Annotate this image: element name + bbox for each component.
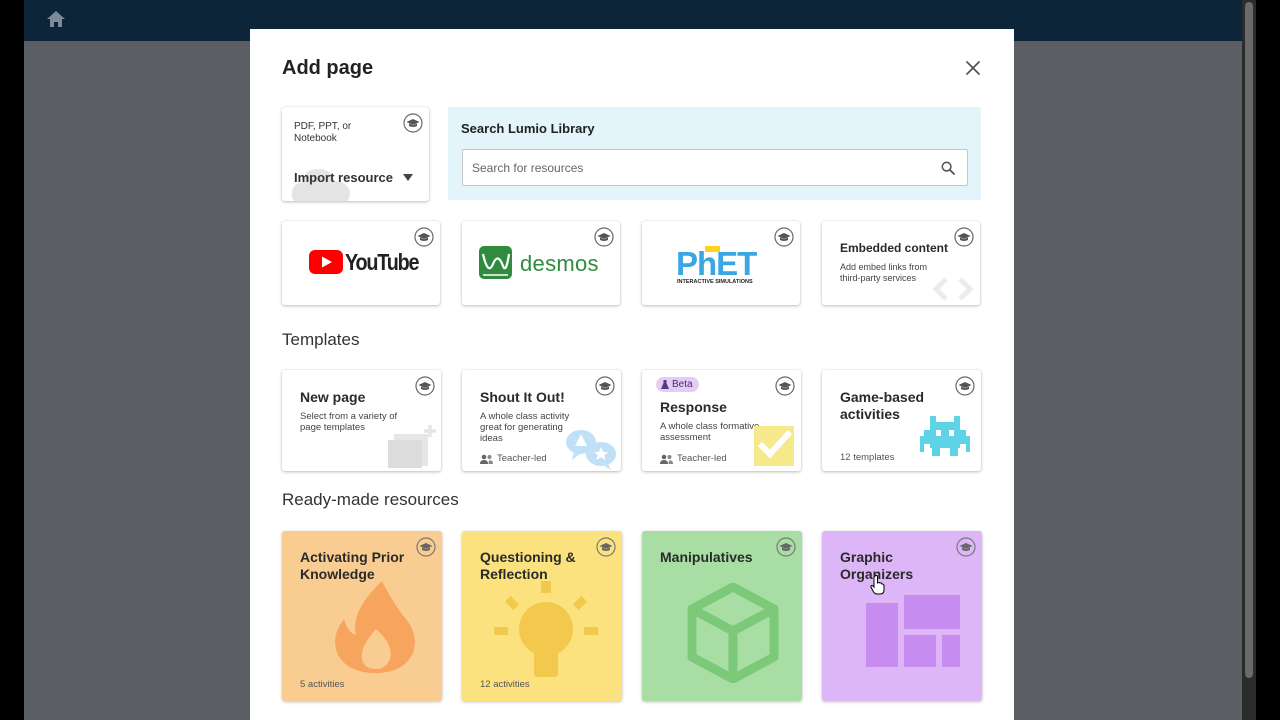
graduation-cap-icon (594, 227, 614, 247)
search-library-title: Search Lumio Library (461, 121, 595, 136)
response-meta-label: Teacher-led (677, 453, 727, 464)
shout-it-out-card[interactable]: Shout It Out! A whole class activity gre… (462, 370, 621, 471)
shout-it-out-description: A whole class activity great for generat… (480, 411, 570, 444)
shout-it-out-meta: Teacher-led (480, 453, 547, 464)
phet-card[interactable]: PhET INTERACTIVE SIMULATIONS (642, 221, 800, 305)
graduation-cap-icon (415, 376, 435, 396)
speech-bubbles-icon (566, 430, 616, 470)
response-meta: Teacher-led (660, 453, 727, 464)
hand-cursor-icon (870, 575, 885, 595)
cube-icon (687, 583, 779, 683)
home-icon[interactable] (46, 10, 66, 28)
dialog-title: Add page (282, 57, 374, 79)
group-icon (480, 454, 493, 464)
youtube-logo-icon (309, 250, 343, 274)
import-description: PDF, PPT, or Notebook (294, 121, 352, 144)
questioning-reflection-meta: 12 activities (480, 679, 530, 690)
response-description: A whole class formative assessment (660, 421, 760, 443)
questioning-reflection-card[interactable]: Questioning & Reflection 12 activities (462, 531, 622, 701)
response-card[interactable]: Beta Response A whole class formative as… (642, 370, 801, 471)
response-title: Response (660, 399, 727, 415)
lightbulb-icon (494, 581, 598, 677)
code-brackets-icon (932, 277, 974, 301)
desmos-logo-icon (479, 246, 512, 279)
flame-icon (335, 581, 415, 673)
desmos-card[interactable]: desmos (462, 221, 620, 305)
manipulatives-title: Manipulatives (660, 549, 753, 565)
graduation-cap-icon (414, 227, 434, 247)
scrollbar[interactable] (1242, 0, 1256, 720)
checkbox-icon (754, 426, 794, 466)
questioning-reflection-title: Questioning & Reflection (480, 549, 576, 582)
graduation-cap-icon (956, 537, 976, 557)
graduation-cap-icon (403, 113, 423, 133)
youtube-card[interactable]: YouTube (282, 221, 440, 305)
manipulatives-card[interactable]: Manipulatives (642, 531, 802, 701)
import-resource-card[interactable]: PDF, PPT, or Notebook Import resource (282, 107, 429, 201)
graduation-cap-icon (774, 227, 794, 247)
layout-grid-icon (866, 595, 960, 667)
graduation-cap-icon (596, 537, 616, 557)
youtube-wordmark: YouTube (345, 249, 419, 275)
templates-heading: Templates (282, 330, 360, 349)
desmos-wordmark: desmos (520, 251, 599, 276)
flask-icon (661, 380, 669, 389)
graphic-organizers-card[interactable]: Graphic Organizers (822, 531, 982, 701)
caret-down-icon[interactable] (403, 174, 413, 181)
search-box[interactable] (462, 149, 968, 186)
add-page-icon (388, 425, 436, 468)
beta-badge: Beta (656, 377, 699, 392)
graduation-cap-icon (954, 227, 974, 247)
embedded-content-card[interactable]: Embedded content Add embed links from th… (822, 221, 980, 305)
new-page-card[interactable]: New page Select from a variety of page t… (282, 370, 441, 471)
import-resource-label: Import resource (294, 170, 393, 185)
game-based-activities-meta: 12 templates (840, 452, 895, 463)
graduation-cap-icon (955, 376, 975, 396)
activating-prior-knowledge-title: Activating Prior Knowledge (300, 549, 405, 582)
beta-badge-label: Beta (672, 379, 693, 390)
search-icon[interactable] (941, 161, 955, 175)
shout-it-out-meta-label: Teacher-led (497, 453, 547, 464)
add-page-dialog: Add page PDF, PPT, or Notebook Import re… (250, 29, 1014, 720)
group-icon (660, 454, 673, 464)
close-icon[interactable] (962, 57, 984, 79)
graduation-cap-icon (775, 376, 795, 396)
embedded-content-title: Embedded content (840, 241, 949, 255)
graduation-cap-icon (776, 537, 796, 557)
game-based-activities-card[interactable]: Game-based activities 12 templates (822, 370, 981, 471)
graduation-cap-icon (595, 376, 615, 396)
ready-made-resources-heading: Ready-made resources (282, 490, 459, 509)
search-library-panel: Search Lumio Library (448, 107, 981, 200)
search-input[interactable] (463, 150, 933, 185)
phet-subtitle: INTERACTIVE SIMULATIONS (677, 279, 753, 285)
scrollbar-thumb[interactable] (1245, 2, 1253, 678)
space-invader-icon (920, 416, 970, 456)
new-page-title: New page (300, 389, 366, 405)
activating-prior-knowledge-card[interactable]: Activating Prior Knowledge 5 activities (282, 531, 442, 701)
shout-it-out-title: Shout It Out! (480, 389, 565, 405)
phet-accent-bar (705, 246, 720, 252)
activating-prior-knowledge-meta: 5 activities (300, 679, 345, 690)
